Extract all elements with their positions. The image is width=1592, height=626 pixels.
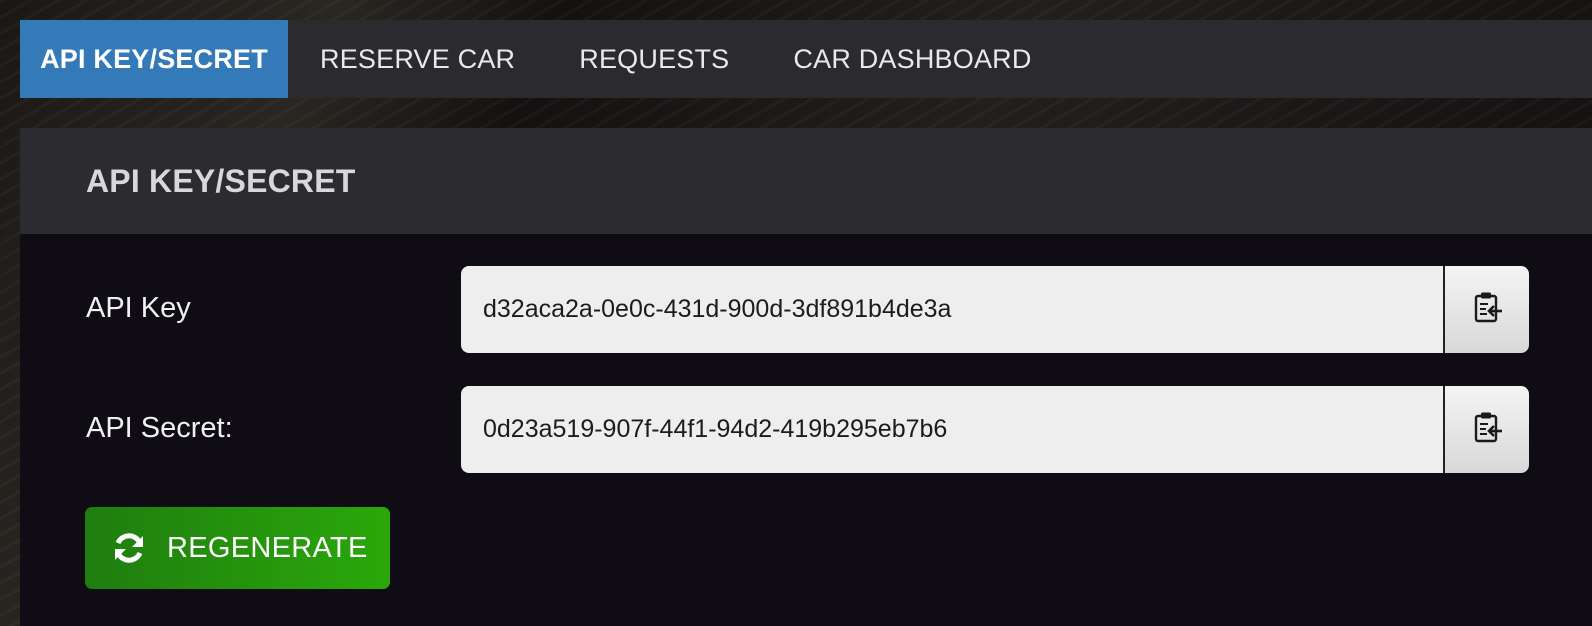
api-secret-row: API Secret: [20, 386, 1592, 474]
api-secret-label: API Secret: [86, 412, 233, 444]
api-key-input[interactable] [461, 266, 1443, 353]
refresh-icon [111, 530, 147, 566]
api-secret-input-group [461, 386, 1529, 473]
api-key-input-group [461, 266, 1529, 353]
tab-car-dashboard[interactable]: CAR DASHBOARD [761, 20, 1063, 98]
panel-header: API KEY/SECRET [20, 128, 1592, 234]
panel-title: API KEY/SECRET [86, 162, 356, 199]
api-key-row: API Key [20, 266, 1592, 354]
clipboard-copy-icon [1470, 410, 1504, 449]
tab-requests[interactable]: REQUESTS [547, 20, 761, 98]
copy-api-secret-button[interactable] [1443, 386, 1529, 473]
regenerate-label: REGENERATE [167, 531, 368, 564]
regenerate-button[interactable]: REGENERATE [85, 507, 390, 589]
copy-api-key-button[interactable] [1443, 266, 1529, 353]
api-credentials-panel: API KEY/SECRET API Key d32aca2a-0e0c-431… [20, 128, 1592, 626]
tab-reserve-car[interactable]: RESERVE CAR [288, 20, 547, 98]
main-tab-bar: API KEY/SECRET RESERVE CAR REQUESTS CAR … [20, 20, 1592, 98]
tab-api-key-secret[interactable]: API KEY/SECRET [20, 20, 288, 98]
clipboard-copy-icon [1470, 290, 1504, 329]
api-key-label: API Key [86, 292, 191, 324]
api-secret-input[interactable] [461, 386, 1443, 473]
